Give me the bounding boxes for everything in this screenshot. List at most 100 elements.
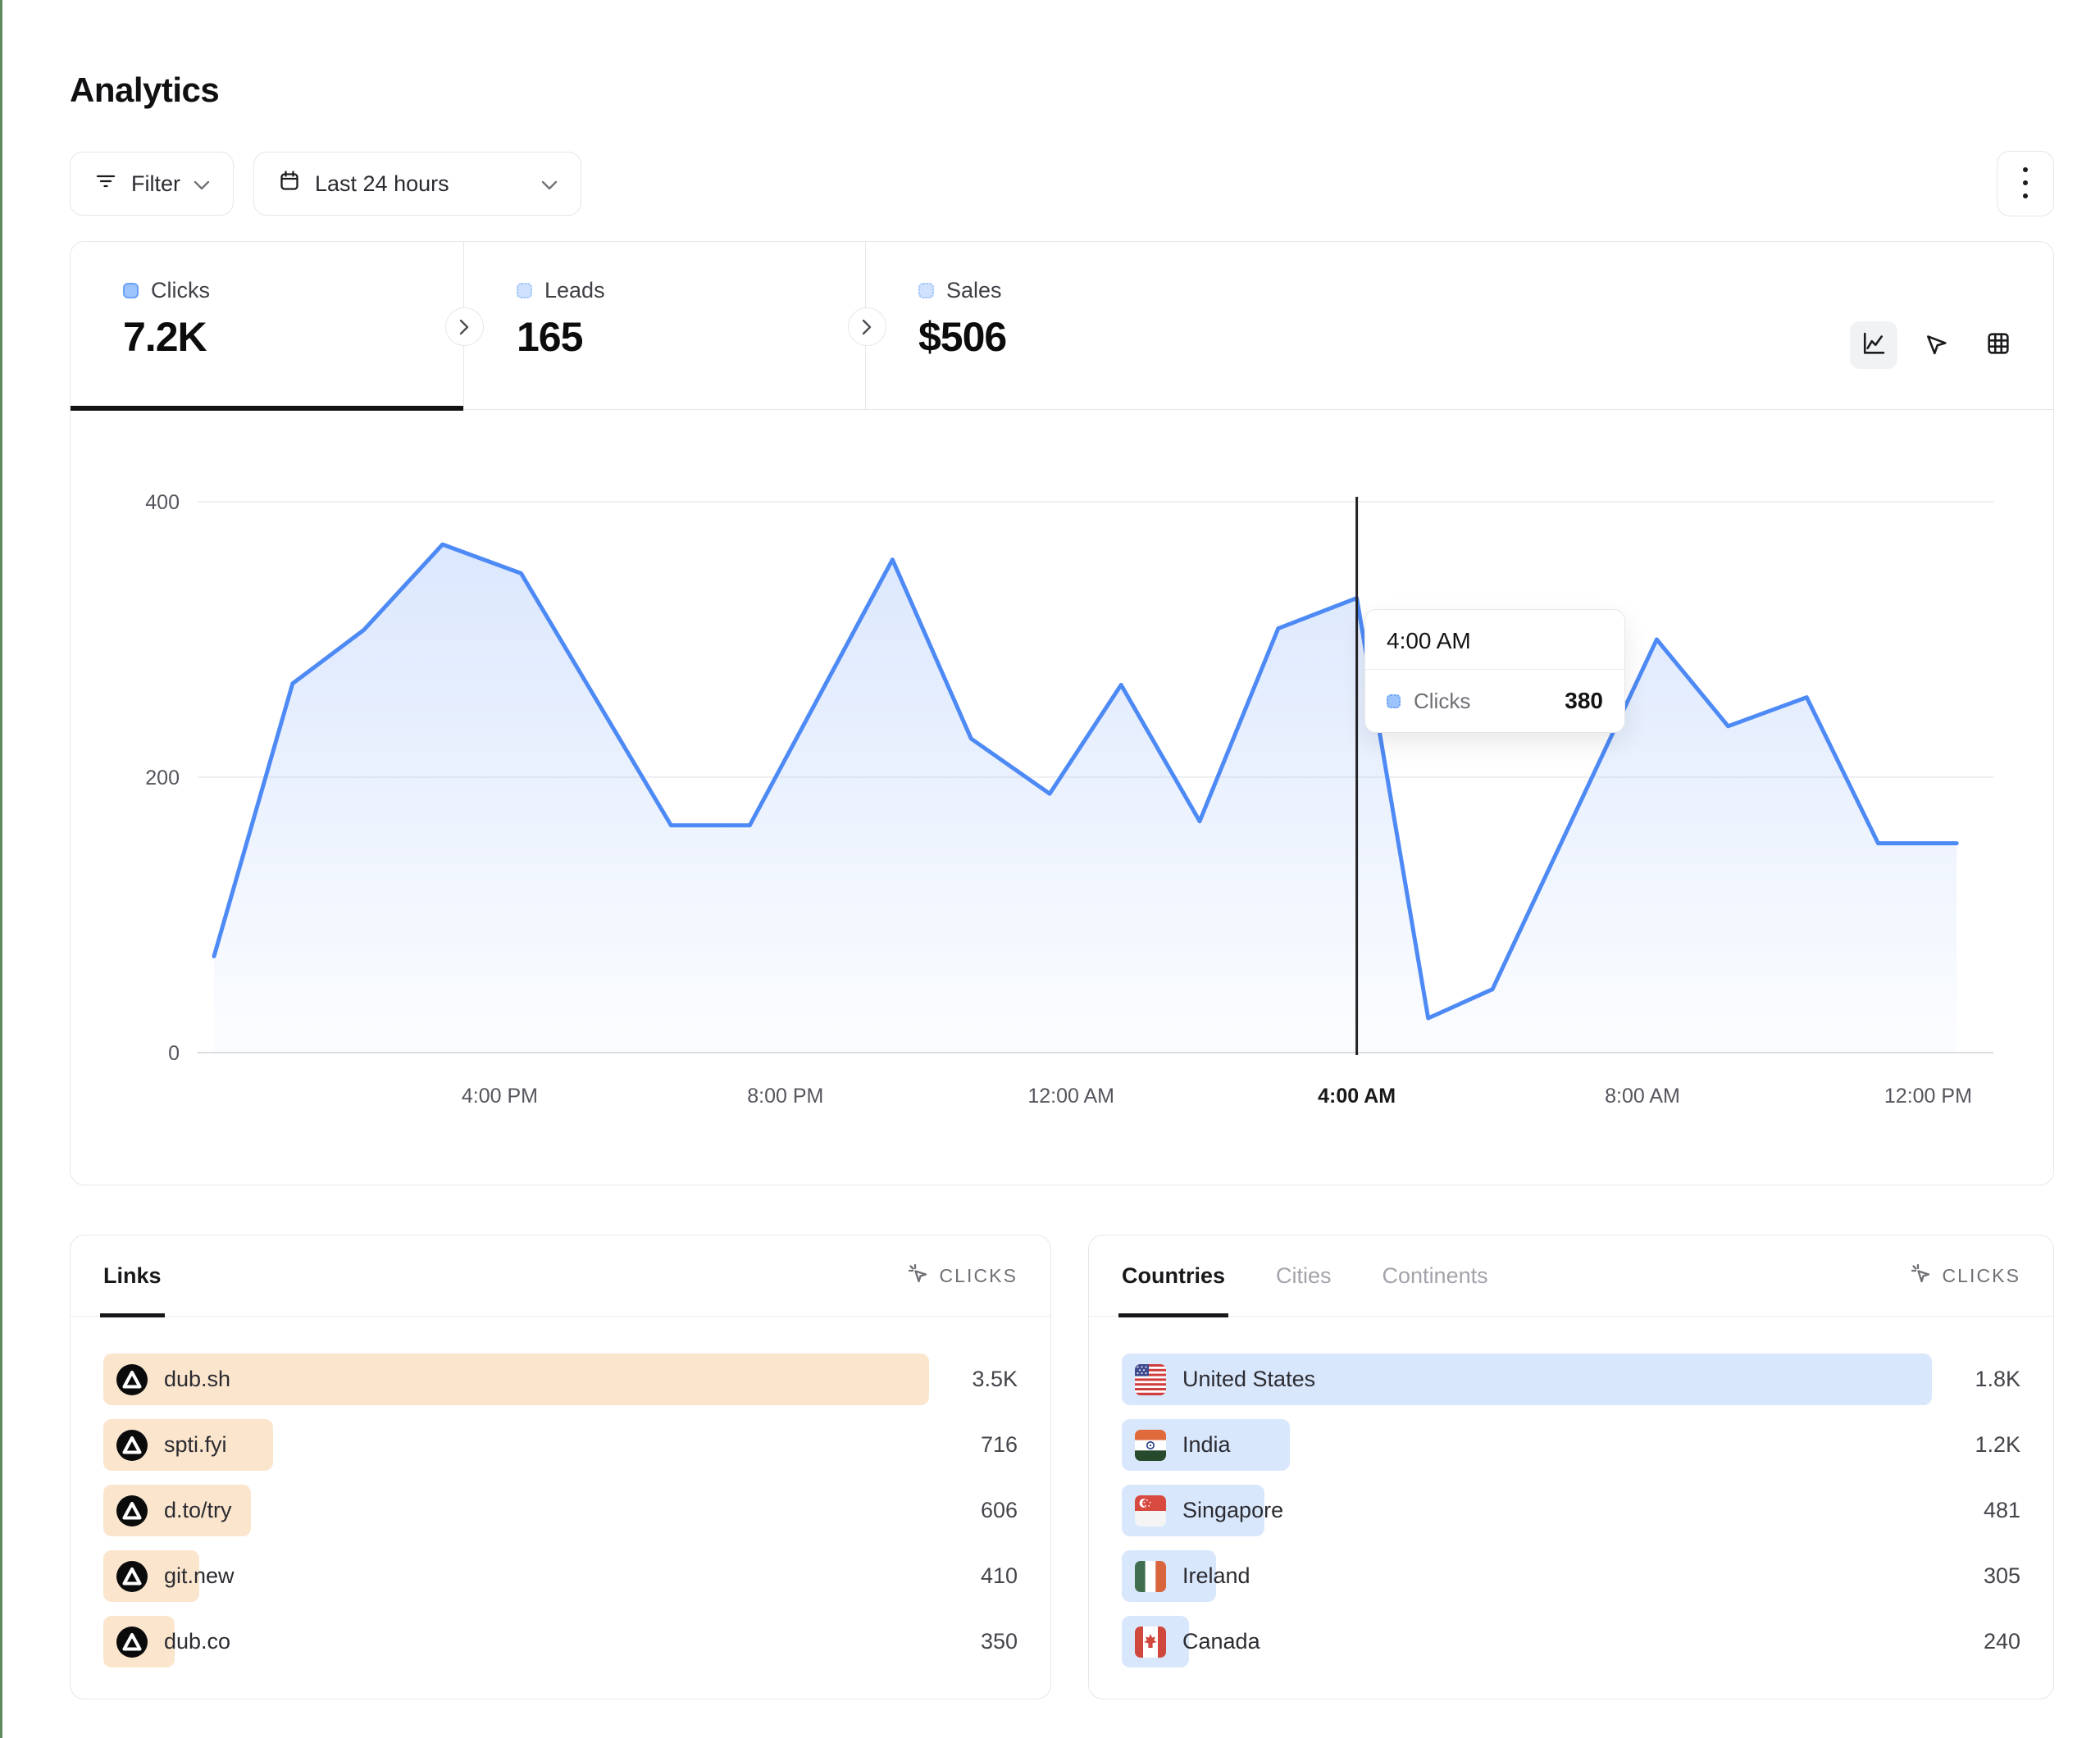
analytics-page: Analytics Filter Last 24 hours: [0, 0, 2100, 1738]
link-clicks: 716: [929, 1432, 1018, 1458]
chevron-down-icon: [541, 171, 558, 197]
expand-leads-button[interactable]: [848, 307, 886, 346]
chart-view-switcher: [1850, 242, 2053, 409]
funnel-view-button[interactable]: [1912, 321, 1960, 369]
countries-metric-label: CLICKS: [1942, 1265, 2020, 1287]
line-chart-view-button[interactable]: [1850, 321, 1897, 369]
country-row[interactable]: United States 1.8K: [1122, 1354, 2020, 1405]
cursor-click-icon: [1909, 1262, 1932, 1290]
svg-text:4:00 AM: 4:00 AM: [1318, 1085, 1396, 1108]
link-clicks: 3.5K: [929, 1367, 1018, 1392]
date-range-label: Last 24 hours: [315, 171, 449, 197]
svg-text:8:00 PM: 8:00 PM: [747, 1085, 823, 1108]
ireland-flag-icon: [1135, 1561, 1166, 1592]
line-chart-icon: [1860, 330, 1888, 362]
clicks-area-chart[interactable]: 40020004:00 PM8:00 PM12:00 AM4:00 AM8:00…: [71, 410, 2055, 1185]
dub-logo-icon: [116, 1495, 148, 1526]
page-title: Analytics: [70, 71, 2054, 110]
links-metric[interactable]: CLICKS: [906, 1262, 1018, 1290]
expand-clicks-button[interactable]: [445, 307, 484, 346]
dub-logo-icon: [116, 1561, 148, 1592]
country-row[interactable]: Singapore 481: [1122, 1485, 2020, 1536]
table-view-button[interactable]: [1975, 321, 2022, 369]
chevron-down-icon: [194, 171, 210, 197]
link-label: d.to/try: [164, 1498, 232, 1523]
countries-tab-label: Countries: [1122, 1263, 1225, 1289]
tab-sales[interactable]: Sales $506: [866, 242, 1276, 409]
links-panel: Links CLICKS: [70, 1235, 1051, 1699]
dub-logo-icon: [116, 1364, 148, 1395]
svg-text:8:00 AM: 8:00 AM: [1605, 1085, 1680, 1108]
kebab-menu-icon: [2021, 166, 2029, 202]
clicks-legend-swatch: [123, 283, 139, 298]
dub-logo-icon: [116, 1430, 148, 1461]
svg-text:0: 0: [168, 1042, 180, 1065]
us-flag-icon: [1135, 1364, 1166, 1395]
link-clicks: 350: [929, 1629, 1018, 1654]
svg-text:12:00 PM: 12:00 PM: [1884, 1085, 1972, 1108]
link-label: spti.fyi: [164, 1432, 227, 1458]
link-clicks: 606: [929, 1498, 1018, 1523]
links-list: dub.sh 3.5K spti.fyi 716: [71, 1317, 1050, 1667]
clicks-tab-label: Clicks: [151, 278, 210, 303]
sales-value: $506: [918, 313, 1276, 361]
analytics-card: Clicks 7.2K Leads 165 Sales $506: [70, 241, 2054, 1185]
link-clicks: 410: [929, 1563, 1018, 1589]
country-label: United States: [1182, 1367, 1315, 1392]
date-range-button[interactable]: Last 24 hours: [253, 152, 581, 216]
link-row[interactable]: dub.co 350: [103, 1616, 1018, 1667]
clicks-chart-area: 40020004:00 PM8:00 PM12:00 AM4:00 AM8:00…: [71, 410, 2053, 1185]
countries-metric[interactable]: CLICKS: [1909, 1262, 2020, 1290]
country-clicks: 1.2K: [1932, 1432, 2020, 1458]
leads-legend-swatch: [517, 283, 532, 298]
links-tab-label: Links: [103, 1263, 162, 1289]
sales-tab-label: Sales: [946, 278, 1002, 303]
country-label: Singapore: [1182, 1498, 1283, 1523]
link-row[interactable]: git.new 410: [103, 1550, 1018, 1602]
tab-links[interactable]: Links: [103, 1235, 162, 1316]
country-label: India: [1182, 1432, 1231, 1458]
country-row[interactable]: Ireland 305: [1122, 1550, 2020, 1602]
tooltip-time: 4:00 AM: [1365, 610, 1624, 670]
svg-text:200: 200: [145, 767, 180, 789]
link-label: dub.sh: [164, 1367, 230, 1392]
dub-logo-icon: [116, 1627, 148, 1658]
tab-countries[interactable]: Countries: [1122, 1235, 1225, 1316]
table-grid-icon: [1984, 330, 2012, 362]
cursor-click-icon: [906, 1262, 929, 1290]
india-flag-icon: [1135, 1430, 1166, 1461]
tab-continents[interactable]: Continents: [1383, 1235, 1488, 1316]
filter-icon: [93, 169, 118, 199]
link-label: dub.co: [164, 1629, 230, 1654]
more-options-button[interactable]: [1997, 151, 2054, 216]
cities-tab-label: Cities: [1276, 1263, 1332, 1289]
calendar-icon: [277, 169, 302, 199]
canada-flag-icon: [1135, 1627, 1166, 1658]
sales-legend-swatch: [918, 283, 934, 298]
country-row[interactable]: India 1.2K: [1122, 1419, 2020, 1471]
country-clicks: 305: [1932, 1563, 2020, 1589]
toolbar: Filter Last 24 hours: [70, 151, 2054, 216]
country-row[interactable]: Canada 240: [1122, 1616, 2020, 1667]
tooltip-series-value: 380: [1565, 688, 1603, 714]
svg-text:400: 400: [145, 491, 180, 514]
link-row[interactable]: d.to/try 606: [103, 1485, 1018, 1536]
country-clicks: 481: [1932, 1498, 2020, 1523]
country-clicks: 240: [1932, 1629, 2020, 1654]
filter-button[interactable]: Filter: [70, 152, 234, 216]
links-metric-label: CLICKS: [939, 1265, 1018, 1287]
tab-cities[interactable]: Cities: [1276, 1235, 1332, 1316]
tab-leads[interactable]: Leads 165: [464, 242, 866, 409]
cursor-funnel-icon: [1922, 330, 1950, 362]
tab-clicks[interactable]: Clicks 7.2K: [71, 242, 464, 409]
country-clicks: 1.8K: [1932, 1367, 2020, 1392]
link-row[interactable]: spti.fyi 716: [103, 1419, 1018, 1471]
filter-button-label: Filter: [131, 171, 180, 197]
link-row[interactable]: dub.sh 3.5K: [103, 1354, 1018, 1405]
svg-text:4:00 PM: 4:00 PM: [462, 1085, 538, 1108]
countries-list: United States 1.8K: [1089, 1317, 2053, 1667]
tooltip-series-label: Clicks: [1414, 689, 1551, 714]
clicks-value: 7.2K: [123, 313, 463, 361]
tooltip-series-swatch: [1387, 694, 1401, 708]
leads-tab-label: Leads: [544, 278, 605, 303]
